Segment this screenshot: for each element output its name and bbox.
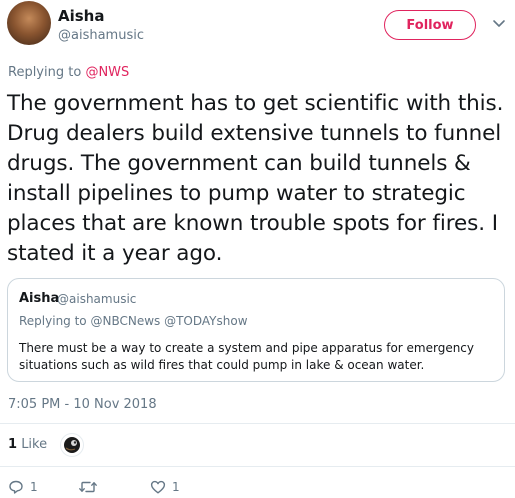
divider xyxy=(0,466,515,467)
liker-avatar[interactable] xyxy=(60,433,84,457)
quoted-tweet-text: There must be a way to create a system a… xyxy=(19,341,475,372)
quoted-replying-to: Replying to @NBCNews @TODAYshow xyxy=(19,314,248,328)
like-count: 1 xyxy=(172,480,180,494)
replying-to-prefix: Replying to xyxy=(8,65,82,80)
author-display-name[interactable]: Aisha xyxy=(58,7,104,25)
tweet-text: The government has to get scientific wit… xyxy=(7,91,504,266)
follow-button[interactable]: Follow xyxy=(384,10,476,40)
quoted-tweet-card[interactable]: Aisha @aishamusic Replying to @NBCNews @… xyxy=(7,278,505,382)
retweet-icon[interactable] xyxy=(78,479,98,495)
quoted-author-name: Aisha xyxy=(19,291,60,306)
quoted-replying-users: @NBCNews @TODAYshow xyxy=(90,314,248,328)
quoted-replying-prefix: Replying to xyxy=(19,314,87,328)
likes-summary[interactable]: 1 Like xyxy=(8,437,47,452)
like-action[interactable]: 1 xyxy=(150,479,180,495)
tweet-timestamp[interactable]: 7:05 PM - 10 Nov 2018 xyxy=(8,397,157,412)
author-avatar[interactable] xyxy=(7,1,51,45)
replying-to: Replying to @NWS xyxy=(8,65,129,80)
retweet-action[interactable] xyxy=(78,479,104,495)
divider xyxy=(0,423,515,424)
quoted-author-handle: @aishamusic xyxy=(57,292,137,306)
author-handle[interactable]: @aishamusic xyxy=(58,28,144,43)
likes-label: Like xyxy=(21,437,48,452)
replying-to-link[interactable]: @NWS xyxy=(85,65,129,80)
reply-count: 1 xyxy=(30,480,38,494)
reply-action[interactable]: 1 xyxy=(8,479,38,495)
likes-count: 1 xyxy=(8,437,18,452)
chevron-down-icon[interactable] xyxy=(491,15,507,31)
reply-icon[interactable] xyxy=(8,479,24,495)
heart-icon[interactable] xyxy=(150,479,166,495)
